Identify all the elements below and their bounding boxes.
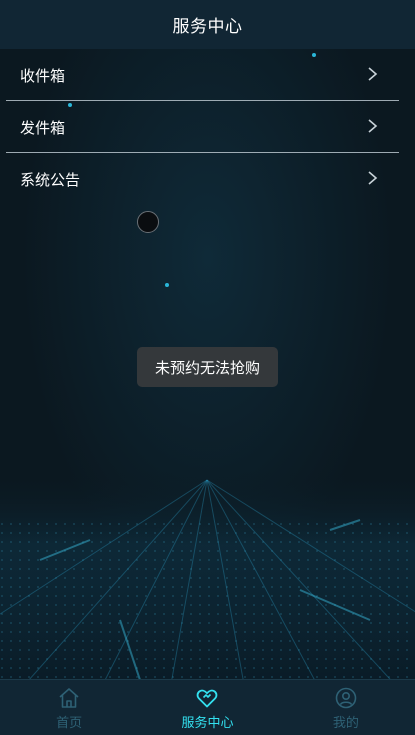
toast-message: 未预约无法抢购	[137, 347, 278, 387]
tab-label: 我的	[332, 716, 359, 731]
chevron-right-icon	[368, 171, 378, 185]
chevron-right-icon	[368, 119, 378, 133]
tab-service-center[interactable]: 服务中心	[138, 680, 276, 735]
menu-item-label: 收件箱	[20, 66, 66, 85]
user-icon	[335, 687, 357, 709]
tab-mine[interactable]: 我的	[277, 680, 415, 735]
bottom-tab-bar: 首页 服务中心 我的	[0, 679, 415, 735]
menu-item-announcements[interactable]: 系统公告	[0, 153, 415, 205]
menu-item-label: 系统公告	[20, 170, 81, 189]
page-title: 服务中心	[172, 17, 243, 37]
tab-label: 首页	[56, 716, 83, 731]
heart-icon	[197, 689, 218, 708]
toast-text: 未预约无法抢购	[154, 358, 260, 377]
menu-item-label: 发件箱	[20, 118, 66, 137]
service-menu: 收件箱 发件箱 系统公告	[0, 49, 415, 205]
tab-home[interactable]: 首页	[0, 680, 138, 735]
menu-item-outbox[interactable]: 发件箱	[0, 101, 415, 153]
chevron-right-icon	[368, 67, 378, 81]
floating-assistive-button[interactable]	[137, 211, 159, 233]
home-icon	[59, 688, 79, 708]
app-header: 服务中心	[0, 0, 415, 49]
menu-item-inbox[interactable]: 收件箱	[0, 49, 415, 101]
tab-label: 服务中心	[181, 716, 234, 731]
